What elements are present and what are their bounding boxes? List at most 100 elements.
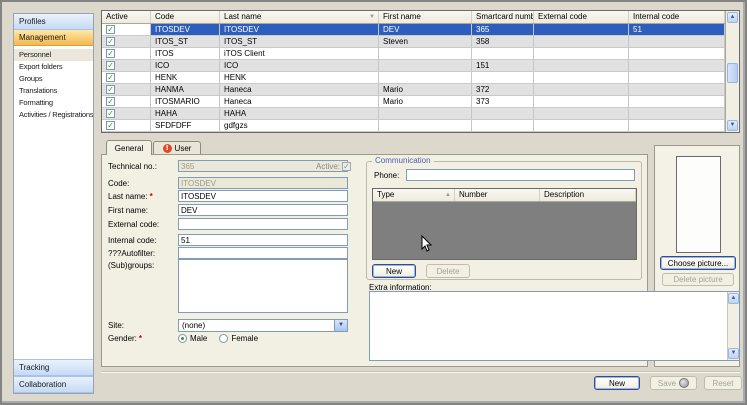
grid-cell-first-name[interactable] [379, 108, 472, 119]
grid-cell-internal-code[interactable] [629, 96, 725, 107]
internal-code-field[interactable] [178, 234, 348, 246]
grid-column-header-internal-code[interactable]: Internal code [629, 11, 725, 23]
active-cell[interactable]: ✓ [102, 48, 151, 59]
active-checkbox[interactable]: ✓ [106, 49, 115, 58]
grid-cell-code[interactable]: ITOS [151, 48, 220, 59]
grid-cell-smartcard-number[interactable] [472, 72, 534, 83]
grid-cell-first-name[interactable]: Mario [379, 84, 472, 95]
tab-general[interactable]: General [106, 140, 152, 155]
grid-vertical-scrollbar[interactable]: ▲ ▼ [725, 11, 739, 132]
last-name-field[interactable] [178, 190, 348, 202]
grid-cell-internal-code[interactable] [629, 60, 725, 71]
sidebar-item-export-folders[interactable]: Export folders [14, 61, 93, 73]
communication-delete-button[interactable]: Delete [426, 264, 470, 278]
grid-cell-external-code[interactable] [534, 108, 629, 119]
active-cell[interactable]: ✓ [102, 108, 151, 119]
grid-cell-code[interactable]: ITOS_ST [151, 36, 220, 47]
grid-cell-last-name[interactable]: HENK [220, 72, 379, 83]
active-cell[interactable]: ✓ [102, 72, 151, 83]
sidebar-item-personnel[interactable]: Personnel [14, 49, 93, 61]
grid-column-header-last-name[interactable]: Last name▼ [220, 11, 379, 23]
save-button[interactable]: Save [650, 376, 697, 390]
sidebar-header-tracking[interactable]: Tracking [14, 359, 93, 376]
active-checkbox[interactable]: ✓ [106, 85, 115, 94]
grid-cell-code[interactable]: ICO [151, 60, 220, 71]
sidebar-item-groups[interactable]: Groups [14, 73, 93, 85]
grid-cell-last-name[interactable]: ITOS_ST [220, 36, 379, 47]
comm-column-header-number[interactable]: Number [455, 189, 540, 201]
grid-cell-first-name[interactable] [379, 60, 472, 71]
grid-cell-code[interactable]: HAHA [151, 108, 220, 119]
grid-row-haha[interactable]: ✓HAHAHAHA [102, 108, 725, 120]
grid-cell-smartcard-number[interactable] [472, 48, 534, 59]
grid-cell-first-name[interactable]: Mario [379, 96, 472, 107]
grid-cell-external-code[interactable] [534, 72, 629, 83]
grid-cell-last-name[interactable]: ICO [220, 60, 379, 71]
grid-row-itosdev[interactable]: ✓ITOSDEVITOSDEVDEV36551 [102, 24, 725, 36]
grid-cell-first-name[interactable] [379, 48, 472, 59]
grid-column-header-external-code[interactable]: External code [534, 11, 629, 23]
sidebar-header-management[interactable]: Management [14, 30, 93, 46]
tab-user[interactable]: ! User [153, 141, 201, 155]
chevron-down-icon[interactable]: ▼ [334, 320, 347, 331]
grid-column-header-active[interactable]: Active [102, 11, 151, 23]
grid-cell-first-name[interactable]: Steven [379, 36, 472, 47]
sidebar-item-formatting[interactable]: Formatting [14, 97, 93, 109]
sidebar-header-profiles[interactable]: Profiles [14, 14, 93, 30]
comm-column-header-description[interactable]: Description [540, 189, 636, 201]
grid-cell-external-code[interactable] [534, 24, 629, 35]
grid-row-henk[interactable]: ✓HENKHENK [102, 72, 725, 84]
grid-cell-smartcard-number[interactable]: 373 [472, 96, 534, 107]
scroll-down-icon[interactable]: ▼ [727, 120, 738, 131]
delete-picture-button[interactable]: Delete picture [662, 273, 734, 286]
external-code-field[interactable] [178, 218, 348, 230]
active-checkbox[interactable]: ✓ [106, 97, 115, 106]
grid-column-header-code[interactable]: Code [151, 11, 220, 23]
scroll-up-icon[interactable]: ▲ [728, 293, 739, 304]
grid-cell-smartcard-number[interactable]: 151 [472, 60, 534, 71]
extra-info-scrollbar[interactable]: ▲ ▼ [727, 292, 739, 360]
grid-cell-internal-code[interactable] [629, 120, 725, 131]
grid-cell-last-name[interactable]: iTOS Client [220, 48, 379, 59]
grid-cell-first-name[interactable]: DEV [379, 24, 472, 35]
extra-information-field[interactable]: ▲ ▼ [369, 291, 740, 361]
active-cell[interactable]: ✓ [102, 120, 151, 131]
first-name-field[interactable] [178, 204, 348, 216]
site-select[interactable]: (none) ▼ [178, 319, 348, 332]
grid-cell-smartcard-number[interactable] [472, 108, 534, 119]
grid-cell-code[interactable]: ITOSMARIO [151, 96, 220, 107]
comm-column-header-type[interactable]: Type▲ [373, 189, 455, 201]
grid-cell-external-code[interactable] [534, 96, 629, 107]
active-checkbox[interactable]: ✓ [106, 37, 115, 46]
sidebar-header-collaboration[interactable]: Collaboration [14, 376, 93, 393]
grid-cell-last-name[interactable]: ITOSDEV [220, 24, 379, 35]
grid-cell-last-name[interactable]: gdfgzs [220, 120, 379, 131]
active-checkbox[interactable]: ✓ [106, 25, 115, 34]
code-field[interactable] [178, 177, 348, 189]
sidebar-item-activities-registrations[interactable]: Activities / Registrations [14, 109, 93, 121]
grid-cell-internal-code[interactable] [629, 72, 725, 83]
gender-radio-male[interactable] [178, 334, 187, 343]
autofilter-field[interactable] [178, 247, 348, 259]
grid-cell-code[interactable]: HENK [151, 72, 220, 83]
grid-column-header-smartcard-number[interactable]: Smartcard number [472, 11, 534, 23]
grid-cell-external-code[interactable] [534, 36, 629, 47]
scroll-up-icon[interactable]: ▲ [727, 12, 738, 23]
grid-cell-external-code[interactable] [534, 60, 629, 71]
grid-cell-internal-code[interactable] [629, 36, 725, 47]
choose-picture-button[interactable]: Choose picture... [660, 256, 736, 270]
scrollbar-thumb[interactable] [727, 63, 738, 83]
active-cell[interactable]: ✓ [102, 84, 151, 95]
communication-new-button[interactable]: New [372, 264, 416, 278]
grid-cell-code[interactable]: HANMA [151, 84, 220, 95]
grid-cell-internal-code[interactable] [629, 84, 725, 95]
grid-cell-first-name[interactable] [379, 72, 472, 83]
grid-cell-external-code[interactable] [534, 120, 629, 131]
active-cell[interactable]: ✓ [102, 60, 151, 71]
active-cell[interactable]: ✓ [102, 24, 151, 35]
grid-cell-smartcard-number[interactable]: 365 [472, 24, 534, 35]
grid-cell-external-code[interactable] [534, 84, 629, 95]
grid-cell-smartcard-number[interactable]: 372 [472, 84, 534, 95]
grid-cell-last-name[interactable]: Haneca [220, 96, 379, 107]
new-button[interactable]: New [594, 376, 640, 390]
